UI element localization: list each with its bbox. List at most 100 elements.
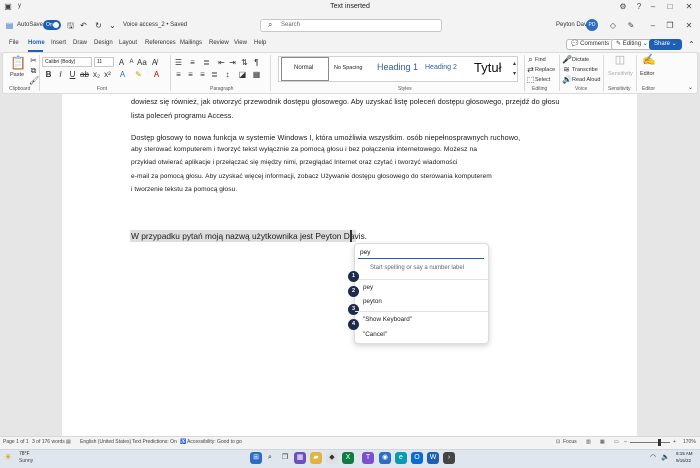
paste-icon[interactable]: 📋 (10, 56, 26, 70)
settings-icon[interactable]: ⚙ (618, 2, 628, 12)
paragraph-line[interactable]: aby sterować komputerem i tworzyć tekst … (131, 146, 477, 153)
chevron-down-icon[interactable]: ⌄ (686, 84, 695, 93)
autosave-toggle[interactable]: On (43, 20, 61, 30)
clock-time[interactable]: 9:15 AM (676, 451, 693, 456)
tab-view[interactable]: View (234, 40, 247, 46)
italic-icon[interactable]: I (56, 70, 65, 79)
print-layout-icon[interactable]: ▦ (600, 439, 605, 445)
tab-draw[interactable]: Draw (73, 40, 87, 46)
paragraph-line[interactable]: i tworzenie tekstu za pomocą głosu. (131, 186, 237, 193)
read-aloud-icon[interactable]: 🔊 (562, 75, 572, 84)
underline-icon[interactable]: U (68, 70, 77, 79)
tab-layout[interactable]: Layout (119, 40, 137, 46)
change-case-icon[interactable]: Aa (137, 58, 147, 67)
minimize-icon[interactable]: – (648, 21, 658, 31)
style-heading-2[interactable]: Heading 2 (425, 64, 457, 71)
paragraph-line[interactable]: e-mail za pomocą głosu. Aby uzyskać więc… (131, 173, 492, 180)
app-icon[interactable]: ◆ (326, 452, 338, 464)
read-aloud-button[interactable]: Read Aloud (572, 77, 600, 83)
align-right-icon[interactable]: ≡ (198, 70, 207, 79)
align-center-icon[interactable]: ≡ (186, 70, 195, 79)
widgets-icon[interactable]: ▦ (294, 452, 306, 464)
tab-design[interactable]: Design (94, 40, 113, 46)
file-explorer-icon[interactable]: ▰ (310, 452, 322, 464)
number-label-2[interactable]: 2 (348, 286, 359, 297)
maximize-icon[interactable]: □ (665, 2, 675, 12)
editor-button[interactable]: Editor (640, 71, 654, 77)
superscript-icon[interactable]: x² (103, 70, 112, 79)
accessibility-status[interactable]: Accessibility: Good to go (187, 439, 242, 445)
find-button[interactable]: Find (535, 57, 546, 63)
web-layout-icon[interactable]: ▭ (614, 439, 619, 445)
avatar[interactable]: PD (586, 19, 598, 31)
search-icon[interactable]: ⌕ (264, 452, 276, 464)
microphone-icon[interactable]: 🎤 (562, 55, 572, 64)
number-label-3[interactable]: 3 (348, 304, 359, 315)
spelling-input[interactable]: pey (358, 248, 484, 259)
sensitivity-button[interactable]: Sensitivity (608, 71, 633, 77)
pen-icon[interactable]: ✎ (626, 21, 636, 31)
decrease-indent-icon[interactable]: ⇤ (217, 58, 226, 67)
wifi-icon[interactable]: ◠ (650, 453, 656, 461)
bold-icon[interactable]: B (44, 70, 53, 79)
suggestion-option-3[interactable]: peyton (363, 298, 382, 305)
replace-button[interactable]: Replace (535, 67, 555, 73)
sensitivity-icon[interactable]: ◫ (614, 55, 626, 68)
find-icon[interactable]: ⌕ (526, 55, 535, 64)
zoom-slider-thumb[interactable] (658, 439, 661, 446)
share-button[interactable]: Share ⌄ (649, 39, 682, 50)
tab-insert[interactable]: Insert (51, 40, 66, 46)
save-icon[interactable]: 🖫 (66, 21, 75, 30)
minimize-icon[interactable]: – (648, 2, 658, 12)
paste-label[interactable]: Paste (10, 72, 24, 78)
select-icon[interactable]: ⬚ (526, 75, 535, 84)
show-keyboard-option[interactable]: "Show Keyboard" (363, 316, 412, 323)
cancel-option[interactable]: "Cancel" (363, 331, 387, 338)
number-label-4[interactable]: 4 (348, 319, 359, 330)
suggestion-option-2[interactable]: pey (363, 284, 373, 291)
tab-help[interactable]: Help (254, 40, 266, 46)
shading-icon[interactable]: ◪ (238, 70, 247, 79)
document-name[interactable]: Voice access_2 • Saved (123, 22, 187, 28)
borders-icon[interactable]: ▦ (252, 70, 261, 79)
edge-icon[interactable]: e (395, 452, 407, 464)
text-predictions-status[interactable]: Text Predictions: On (132, 439, 177, 445)
paragraph-line[interactable]: przykład otwierać aplikacje i przełączać… (131, 159, 458, 166)
tab-review[interactable]: Review (209, 40, 229, 46)
cut-icon[interactable]: ✂ (29, 56, 38, 65)
format-painter-icon[interactable]: 🖌 (29, 76, 39, 85)
redo-icon[interactable]: ↻ (94, 21, 103, 30)
clock-date[interactable]: 9/15/22 (676, 458, 691, 463)
page-count[interactable]: Page 1 of 1 (3, 439, 29, 445)
excel-icon[interactable]: X (342, 452, 354, 464)
close-icon[interactable]: ✕ (684, 2, 694, 12)
font-size-select[interactable]: 11 (94, 57, 114, 67)
show-marks-icon[interactable]: ¶ (252, 58, 261, 67)
teams-icon[interactable]: T (362, 452, 374, 464)
increase-indent-icon[interactable]: ⇥ (228, 58, 237, 67)
comments-button[interactable]: 💬 Comments (566, 39, 615, 50)
subscript-icon[interactable]: x₂ (92, 70, 101, 79)
line-spacing-icon[interactable]: ↕ (223, 70, 232, 79)
strikethrough-icon[interactable]: ab (80, 70, 89, 79)
transcribe-button[interactable]: Transcribe (572, 67, 598, 73)
outlook-icon[interactable]: O (411, 452, 423, 464)
styles-scroll-icon[interactable]: ▴ (510, 60, 519, 69)
chevron-down-icon[interactable]: ⌄ (108, 21, 117, 30)
restore-icon[interactable]: ❐ (665, 21, 675, 31)
tab-file[interactable]: File (9, 40, 19, 46)
replace-icon[interactable]: ⇄ (526, 65, 535, 74)
style-normal[interactable]: Normal (294, 65, 313, 71)
number-label-1[interactable]: 1 (348, 271, 359, 282)
align-left-icon[interactable]: ≡ (174, 70, 183, 79)
task-view-icon[interactable]: ❐ (279, 452, 291, 464)
numbering-icon[interactable]: ≡ (188, 58, 197, 67)
start-icon[interactable]: ⊞ (250, 452, 262, 464)
style-no-spacing[interactable]: No Spacing (334, 65, 362, 71)
zoom-in-icon[interactable]: + (673, 439, 676, 445)
collapse-ribbon-icon[interactable]: ⌃ (687, 40, 696, 49)
zoom-level[interactable]: 170% (683, 439, 696, 445)
style-heading-1[interactable]: Heading 1 (377, 62, 418, 72)
proofing-icon[interactable]: ▤ (66, 439, 71, 445)
select-button[interactable]: Select (535, 77, 550, 83)
